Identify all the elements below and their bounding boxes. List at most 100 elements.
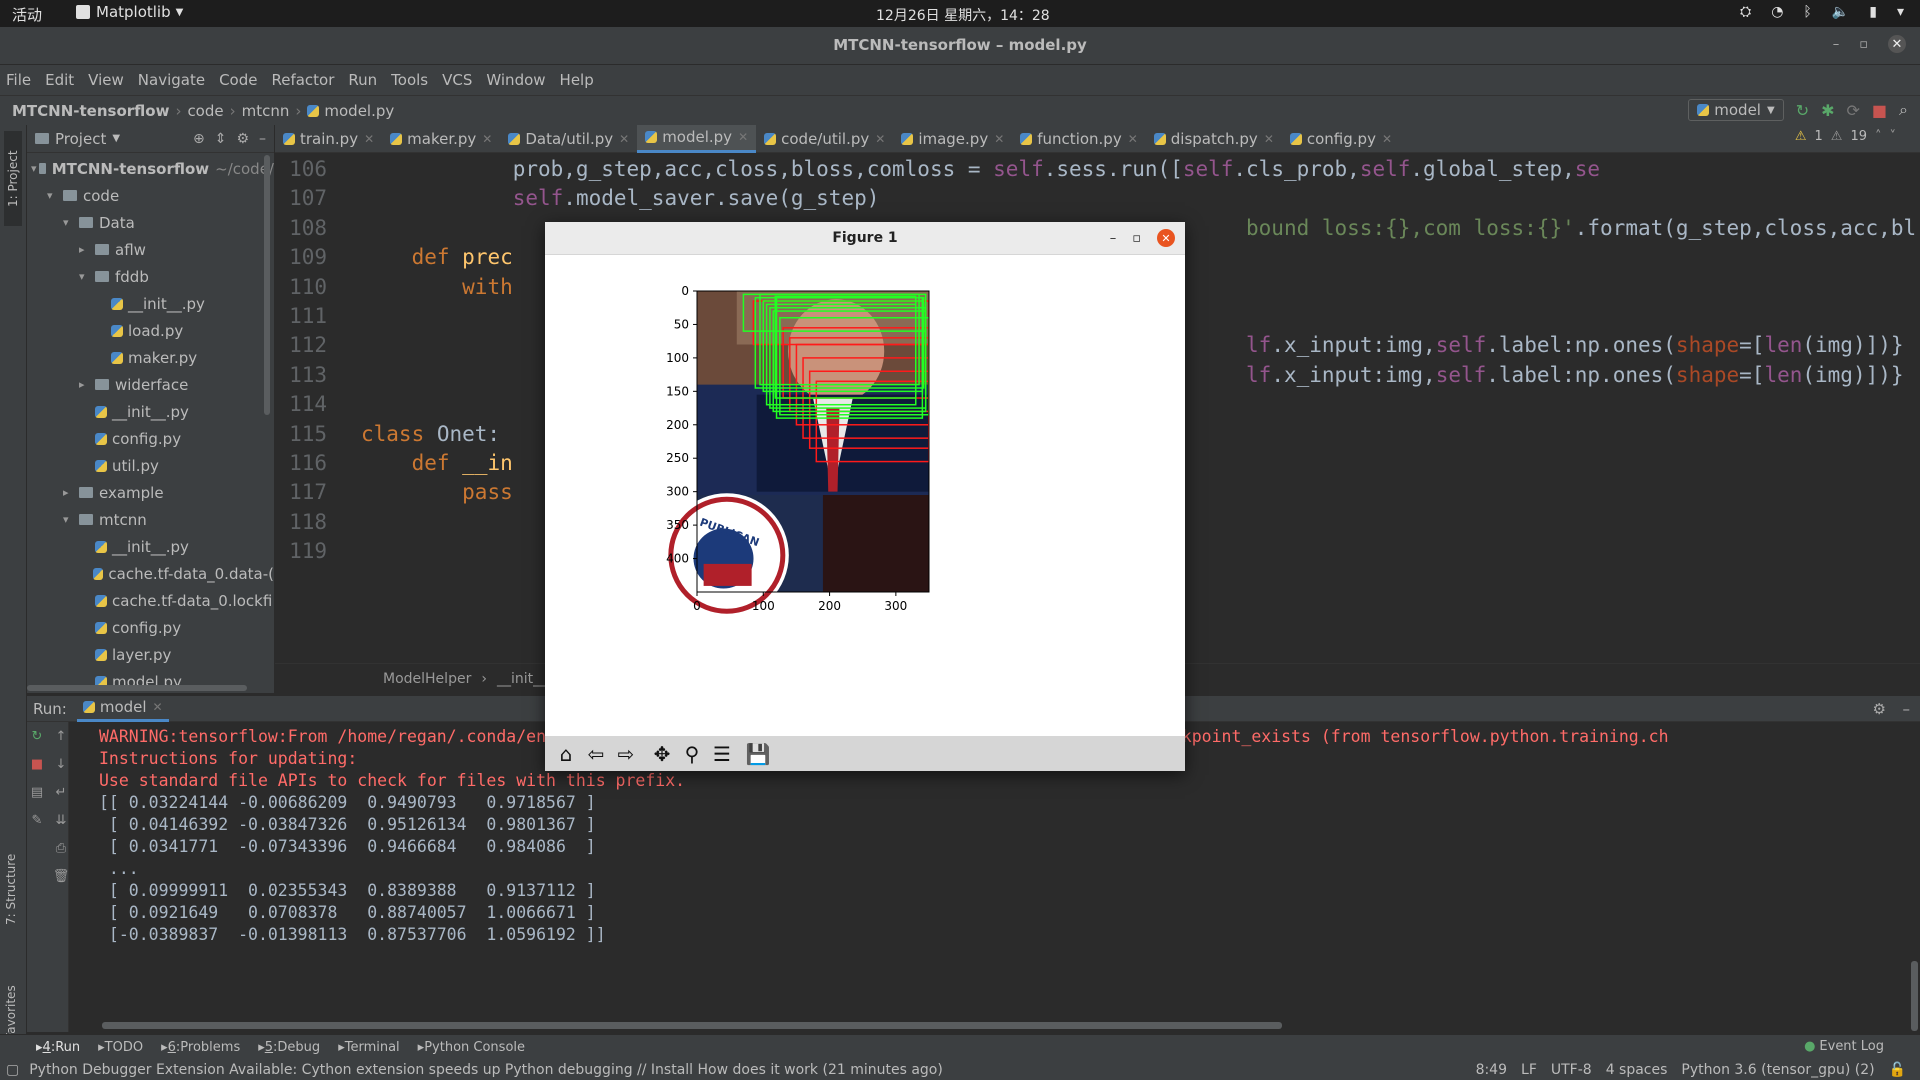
rerun-icon[interactable]: ↻ (1796, 101, 1809, 120)
maximize-icon[interactable]: ▫ (1859, 37, 1868, 52)
plot-canvas[interactable]: PUBLICAN0 100 200 300 0 50 100 150 200 250 300 350 4… (545, 255, 1185, 736)
locate-icon[interactable]: ⊕ (193, 131, 205, 147)
print-icon[interactable]: ⎙ (53, 840, 69, 856)
tree-item[interactable]: ▸ widerface (27, 371, 274, 398)
editor-tab[interactable]: config.py ✕ (1282, 125, 1400, 153)
close-icon[interactable]: ✕ (619, 132, 629, 146)
tree-item[interactable]: ▸ example (27, 479, 274, 506)
tree-item[interactable]: ▾ fddb (27, 263, 274, 290)
chevron-right-icon[interactable]: ▸ (79, 243, 95, 256)
indent-setting[interactable]: 4 spaces (1606, 1062, 1668, 1078)
console-horizontal-scrollbar[interactable] (102, 1022, 1282, 1029)
rerun-icon[interactable]: ↻ (29, 728, 45, 744)
subplots-config-icon[interactable]: ☰ (709, 741, 735, 767)
maximize-icon[interactable]: ▫ (1132, 231, 1141, 246)
search-icon[interactable]: ⌕ (1899, 100, 1908, 120)
close-icon[interactable]: ✕ (364, 132, 374, 146)
save-icon[interactable]: 💾 (745, 741, 771, 767)
chevron-right-icon[interactable]: ▸ (63, 486, 79, 499)
vertical-scrollbar[interactable] (264, 155, 270, 415)
menu-window[interactable]: Window (486, 71, 545, 89)
status-info-icon[interactable]: ▢ (6, 1062, 19, 1078)
project-tool-tab[interactable]: 1: Project (4, 131, 22, 226)
close-icon[interactable]: ✕ (1888, 35, 1906, 53)
breadcrumb-mtcnn[interactable]: mtcnn (242, 102, 290, 120)
gear-icon[interactable]: ⚙ (1873, 700, 1886, 718)
tree-item[interactable]: ▾ mtcnn (27, 506, 274, 533)
bottom-tab-todo[interactable]: ▸ TODO (98, 1040, 143, 1055)
layout-icon[interactable]: ▤ (29, 784, 45, 800)
zoom-icon[interactable]: ⚲ (679, 741, 705, 767)
editor-tab[interactable]: train.py ✕ (275, 125, 382, 153)
tree-item[interactable]: cache.tf-data_0.data-( (27, 560, 274, 587)
menu-edit[interactable]: Edit (45, 71, 74, 89)
chevron-down-icon[interactable]: ▾ (63, 216, 79, 229)
breadcrumb-method[interactable]: __init__ (497, 671, 547, 687)
project-view-select[interactable]: Project (55, 130, 106, 148)
menu-file[interactable]: File (6, 71, 31, 89)
caret-position[interactable]: 8:49 (1476, 1062, 1507, 1078)
collapse-all-icon[interactable]: ⇕ (215, 131, 227, 147)
menu-run[interactable]: Run (348, 71, 377, 89)
tree-item[interactable]: ▾ Data (27, 209, 274, 236)
editor-tab[interactable]: maker.py ✕ (382, 125, 500, 153)
tree-item[interactable]: load.py (27, 317, 274, 344)
close-icon[interactable]: ✕ (994, 132, 1004, 146)
clock[interactable]: 12月26日 星期六，14：28 (876, 5, 1050, 25)
trash-icon[interactable]: 🗑 (53, 868, 70, 884)
breadcrumb-class[interactable]: ModelHelper (383, 671, 471, 687)
chevron-down-icon[interactable]: ˅ (1890, 129, 1897, 144)
python-interpreter[interactable]: Python 3.6 (tensor_gpu) (2) (1681, 1062, 1874, 1078)
event-log-tab[interactable]: ● Event Log (1804, 1039, 1884, 1054)
tree-item[interactable]: cache.tf-data_0.lockfi (27, 587, 274, 614)
hide-icon[interactable]: – (259, 131, 266, 147)
menu-view[interactable]: View (88, 71, 124, 89)
chevron-up-icon[interactable]: ˄ (1875, 129, 1882, 144)
close-icon[interactable]: ✕ (153, 700, 163, 714)
coverage-icon[interactable]: ⟳ (1847, 101, 1860, 120)
menu-help[interactable]: Help (560, 71, 594, 89)
bottom-tab-python-console[interactable]: ▸ Python Console (418, 1040, 525, 1055)
tree-item[interactable]: ▾ MTCNN-tensorflow ~/code/ (27, 155, 274, 182)
tree-item[interactable]: __init__.py (27, 533, 274, 560)
hide-icon[interactable]: – (1903, 700, 1911, 718)
editor-tab[interactable]: model.py ✕ (637, 124, 757, 153)
pin-icon[interactable]: ✎ (29, 812, 45, 828)
battery-icon[interactable]: ▮ (1869, 4, 1877, 20)
tree-item[interactable]: config.py (27, 614, 274, 641)
bluetooth-icon[interactable]: ᛒ (1803, 4, 1811, 20)
scroll-to-end-icon[interactable]: ⇊ (53, 812, 69, 828)
minimize-icon[interactable]: – (1833, 37, 1840, 52)
forward-arrow-icon[interactable]: ⇨ (613, 741, 639, 767)
arrow-up-icon[interactable]: ↑ (53, 728, 69, 744)
close-icon[interactable]: ✕ (1264, 132, 1274, 146)
tree-item[interactable]: ▸ aflw (27, 236, 274, 263)
volume-icon[interactable]: 🔈 (1832, 4, 1849, 20)
tree-item[interactable]: maker.py (27, 344, 274, 371)
debug-icon[interactable]: ✱ (1821, 101, 1834, 120)
chevron-down-icon[interactable]: ▾ (63, 513, 79, 526)
file-encoding[interactable]: UTF-8 (1551, 1062, 1592, 1078)
close-icon[interactable]: ✕ (1382, 132, 1392, 146)
home-icon[interactable]: ⌂ (553, 741, 579, 767)
editor-tab[interactable]: Data/util.py ✕ (500, 125, 637, 153)
close-icon[interactable]: ✕ (875, 132, 885, 146)
inspection-widget[interactable]: ⚠ 1 ⚠ 19 ˄ ˅ (1795, 129, 1896, 144)
close-icon[interactable]: ✕ (738, 130, 748, 144)
tree-item[interactable]: util.py (27, 452, 274, 479)
menu-code[interactable]: Code (219, 71, 257, 89)
chevron-down-icon[interactable]: ▾ (47, 189, 63, 202)
console-vertical-scrollbar[interactable] (1911, 961, 1918, 1031)
tree-item[interactable]: __init__.py (27, 398, 274, 425)
activities-button[interactable]: 活动 (12, 4, 42, 25)
close-icon[interactable]: ✕ (482, 132, 492, 146)
pan-icon[interactable]: ✥ (649, 741, 675, 767)
tree-item[interactable]: __init__.py (27, 290, 274, 317)
tree-item[interactable]: ▾ code (27, 182, 274, 209)
bottom-tab-problems[interactable]: ▸ 6: Problems (161, 1040, 240, 1055)
bottom-tab-run[interactable]: ▸ 4: Run (36, 1040, 80, 1055)
breadcrumb-file[interactable]: model.py (324, 102, 394, 120)
editor-tab[interactable]: code/util.py ✕ (756, 125, 893, 153)
soft-wrap-icon[interactable]: ↵ (53, 784, 69, 800)
tree-item[interactable]: config.py (27, 425, 274, 452)
